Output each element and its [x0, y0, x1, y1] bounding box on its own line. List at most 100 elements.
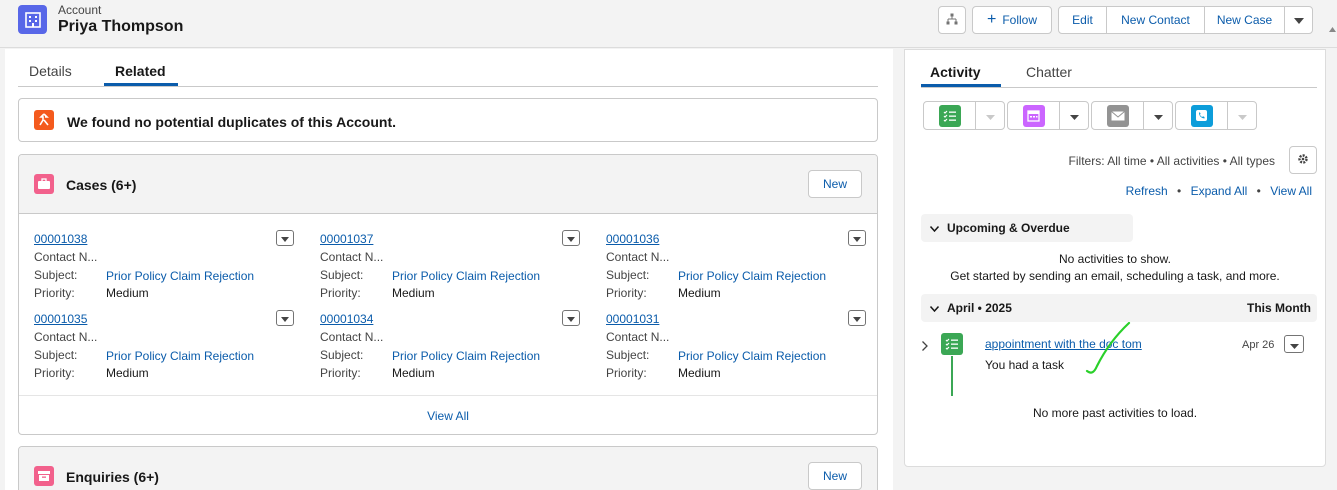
log-call-button[interactable]	[1176, 102, 1228, 129]
case-menu-button[interactable]	[848, 310, 866, 326]
new-task-button[interactable]	[924, 102, 976, 129]
phone-icon	[1190, 104, 1213, 127]
account-icon	[18, 5, 47, 34]
cases-header: Cases (6+) New	[19, 155, 877, 214]
subject-link[interactable]: Prior Policy Claim Rejection	[106, 349, 254, 363]
case-menu-button[interactable]	[562, 230, 580, 246]
activity-tabs: Activity Chatter	[921, 50, 1317, 88]
new-case-related-button[interactable]: New	[808, 170, 862, 198]
priority-label: Priority:	[34, 286, 75, 300]
chevron-down-icon	[1153, 108, 1163, 123]
call-dropdown[interactable]	[1228, 102, 1256, 129]
chevron-down-icon	[1289, 337, 1299, 352]
task-dropdown[interactable]	[976, 102, 1004, 129]
cases-view-all-link[interactable]: View All	[19, 409, 877, 423]
priority-value: Medium	[106, 286, 149, 300]
contact-label: Contact N...	[606, 330, 670, 344]
view-all-link[interactable]: View All	[1270, 184, 1312, 198]
duplicate-alert: We found no potential duplicates of this…	[18, 98, 878, 142]
handwritten-check-mark	[1085, 322, 1131, 374]
subject-link[interactable]: Prior Policy Claim Rejection	[678, 349, 826, 363]
edit-button[interactable]: Edit	[1059, 7, 1107, 33]
chevron-down-icon	[1069, 108, 1079, 123]
task-icon	[938, 104, 961, 127]
upcoming-overdue-section[interactable]: Upcoming & Overdue	[921, 214, 1133, 242]
case-number-link[interactable]: 00001038	[34, 232, 87, 246]
case-number-link[interactable]: 00001031	[606, 312, 659, 326]
new-contact-button[interactable]: New Contact	[1107, 7, 1205, 33]
subject-label: Subject:	[34, 348, 78, 362]
case-number-link[interactable]: 00001035	[34, 312, 87, 326]
timeline-line	[951, 356, 953, 396]
new-task-button-group	[923, 101, 1005, 130]
task-menu-button[interactable]	[1284, 335, 1304, 353]
case-menu-button[interactable]	[276, 310, 294, 326]
month-section[interactable]: April • 2025 This Month	[921, 294, 1317, 322]
activity-panel: Activity Chatter Filters: All time • All…	[904, 49, 1326, 467]
case-tile: 00001036 Contact N... Subject: Prior Pol…	[606, 230, 866, 304]
priority-label: Priority:	[606, 286, 647, 300]
tab-chatter[interactable]: Chatter	[1026, 64, 1072, 80]
priority-value: Medium	[392, 366, 435, 380]
case-tile: 00001037 Contact N... Subject: Prior Pol…	[320, 230, 580, 304]
priority-label: Priority:	[320, 366, 361, 380]
priority-value: Medium	[106, 366, 149, 380]
tab-related[interactable]: Related	[115, 63, 166, 79]
refresh-link[interactable]: Refresh	[1126, 184, 1168, 198]
case-number-link[interactable]: 00001034	[320, 312, 373, 326]
upcoming-title: Upcoming & Overdue	[947, 221, 1070, 235]
get-started-text: Get started by sending an email, schedul…	[950, 269, 1280, 283]
enquiries-card: Enquiries (6+) New	[18, 446, 878, 490]
case-tile: 00001031 Contact N... Subject: Prior Pol…	[606, 310, 866, 384]
chevron-down-icon	[853, 231, 861, 245]
calendar-icon	[1022, 104, 1045, 127]
scroll-up-arrow[interactable]	[1328, 22, 1337, 44]
chevron-down-icon	[853, 311, 861, 325]
subject-link[interactable]: Prior Policy Claim Rejection	[392, 349, 540, 363]
case-tile: 00001035 Contact N... Subject: Prior Pol…	[34, 310, 294, 384]
filter-settings-button[interactable]	[1289, 146, 1317, 174]
email-dropdown[interactable]	[1144, 102, 1172, 129]
case-menu-button[interactable]	[562, 310, 580, 326]
subject-link[interactable]: Prior Policy Claim Rejection	[678, 269, 826, 283]
contact-label: Contact N...	[34, 330, 98, 344]
no-more-activities-text: No more past activities to load.	[1032, 406, 1198, 420]
chevron-down-icon	[567, 231, 575, 245]
month-title: April • 2025	[947, 301, 1012, 315]
chevron-down-icon	[1293, 13, 1304, 27]
new-enquiry-button[interactable]: New	[808, 462, 862, 490]
card-footer-divider	[19, 395, 877, 396]
cases-title: Cases (6+)	[66, 177, 137, 193]
task-subtitle: You had a task	[985, 358, 1064, 372]
record-title: Priya Thompson	[58, 18, 184, 35]
follow-button[interactable]: + Follow	[972, 6, 1052, 34]
tab-activity[interactable]: Activity	[930, 64, 981, 80]
new-case-button[interactable]: New Case	[1205, 7, 1285, 33]
priority-label: Priority:	[320, 286, 361, 300]
record-type-label: Account	[58, 3, 102, 17]
case-number-link[interactable]: 00001037	[320, 232, 373, 246]
cases-card: Cases (6+) New 00001038 Contact N... Sub…	[18, 154, 878, 435]
more-actions-button[interactable]	[1285, 7, 1312, 33]
chevron-down-icon	[1237, 108, 1247, 123]
subject-link[interactable]: Prior Policy Claim Rejection	[392, 269, 540, 283]
no-activities-text: No activities to show.	[1058, 252, 1172, 266]
case-number-link[interactable]: 00001036	[606, 232, 659, 246]
activity-filters-text: Filters: All time • All activities • All…	[1068, 154, 1275, 168]
hierarchy-button[interactable]	[938, 6, 966, 34]
subject-link[interactable]: Prior Policy Claim Rejection	[106, 269, 254, 283]
case-menu-button[interactable]	[276, 230, 294, 246]
priority-label: Priority:	[34, 366, 75, 380]
separator: •	[1256, 184, 1261, 198]
new-event-button[interactable]	[1008, 102, 1060, 129]
email-button[interactable]	[1092, 102, 1144, 129]
case-tile: 00001034 Contact N... Subject: Prior Pol…	[320, 310, 580, 384]
chevron-right-icon[interactable]	[922, 339, 928, 354]
event-dropdown[interactable]	[1060, 102, 1088, 129]
subject-label: Subject:	[320, 268, 364, 282]
case-menu-button[interactable]	[848, 230, 866, 246]
expand-all-link[interactable]: Expand All	[1191, 184, 1248, 198]
tab-details[interactable]: Details	[29, 63, 72, 79]
chevron-down-icon	[281, 231, 289, 245]
enquiries-title: Enquiries (6+)	[66, 469, 159, 485]
